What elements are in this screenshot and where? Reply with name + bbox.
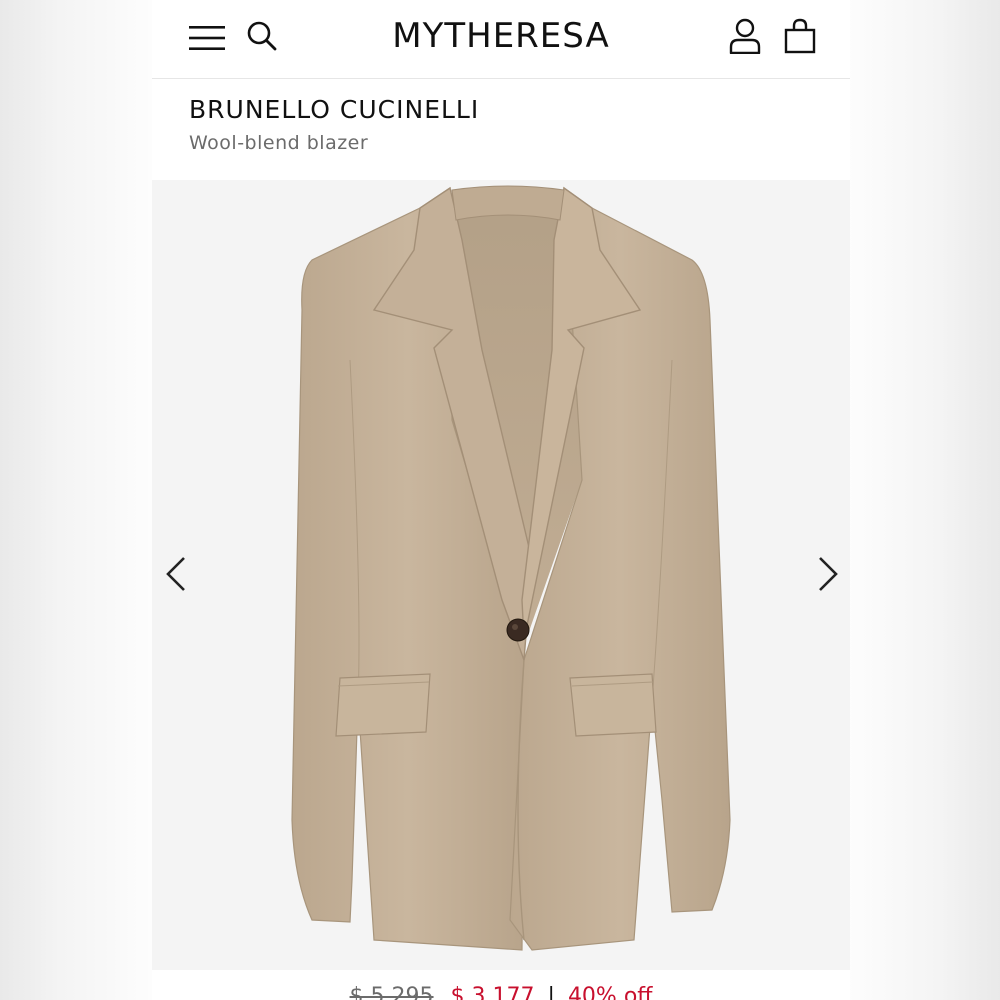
site-logo[interactable]: MYTHERESA [392,16,610,56]
user-account-icon[interactable] [728,18,762,54]
product-name: Wool-blend blazer [189,132,369,154]
product-image[interactable] [152,180,850,970]
price-row: $ 5,295 $ 3,177 | 40% off [152,982,850,1000]
chevron-right-icon[interactable] [812,552,842,596]
shopping-bag-icon[interactable] [784,18,816,54]
sale-price: $ 3,177 [450,984,535,1000]
phone-screen: MYTHERESA BRUNELLO CUCINELLI Wool-blend … [152,0,850,1000]
brand-name[interactable]: BRUNELLO CUCINELLI [189,92,809,128]
discount-badge: 40% off [567,984,653,1000]
search-icon[interactable] [246,20,278,52]
product-image-gallery[interactable] [152,180,850,970]
product-info: BRUNELLO CUCINELLI Wool-blend blazer [189,92,809,158]
chevron-left-icon[interactable] [162,552,192,596]
price-separator: | [547,984,555,1000]
original-price: $ 5,295 [349,984,434,1000]
site-header: MYTHERESA [152,0,850,79]
hamburger-menu-icon[interactable] [189,24,225,52]
